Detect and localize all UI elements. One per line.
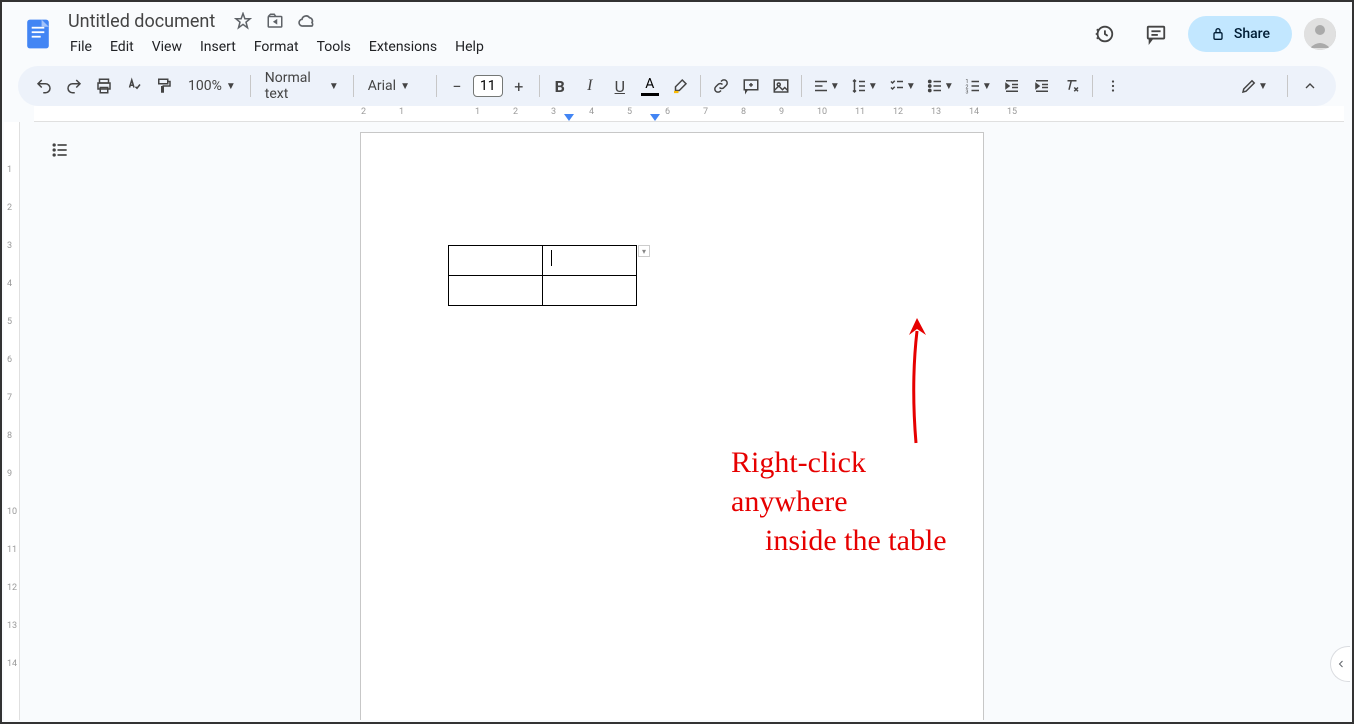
italic-button[interactable]: I xyxy=(576,72,604,100)
move-icon[interactable] xyxy=(265,11,285,31)
header: Untitled document File Edit View Insert … xyxy=(2,2,1352,58)
numbered-list-button[interactable]: 123▼ xyxy=(960,72,996,100)
add-comment-button[interactable] xyxy=(737,72,765,100)
redo-button[interactable] xyxy=(60,72,88,100)
highlight-button[interactable] xyxy=(666,72,694,100)
table-cell[interactable] xyxy=(449,246,543,276)
separator xyxy=(250,75,251,97)
separator xyxy=(1287,75,1288,97)
menu-insert[interactable]: Insert xyxy=(192,35,244,59)
caret-down-icon: ▼ xyxy=(906,81,916,92)
font-size-group: − + xyxy=(443,72,533,100)
annotation-text-line1: Right-click anywhere xyxy=(731,443,983,521)
caret-down-icon: ▼ xyxy=(329,81,339,92)
right-indent-marker[interactable] xyxy=(650,114,660,121)
vertical-ruler[interactable]: 1 2 3 4 5 6 7 8 9 10 11 12 13 14 xyxy=(4,122,20,720)
caret-down-icon: ▼ xyxy=(944,81,954,92)
toolbar: 100%▼ Normal text▼ Arial▼ − + B I U A ▼ … xyxy=(18,66,1336,106)
table-options-handle[interactable]: ▾ xyxy=(638,245,650,257)
menu-help[interactable]: Help xyxy=(447,35,492,59)
cloud-status-icon[interactable] xyxy=(297,11,317,31)
annotation-text-line2: inside the table xyxy=(765,521,983,560)
table-row[interactable]: ▾ xyxy=(449,246,637,276)
star-icon[interactable] xyxy=(233,11,253,31)
header-right: Share xyxy=(1084,14,1336,54)
collapse-toolbar-button[interactable] xyxy=(1296,72,1324,100)
caret-down-icon: ▼ xyxy=(400,81,410,92)
table-cell[interactable] xyxy=(449,276,543,306)
table-row[interactable] xyxy=(449,276,637,306)
history-icon[interactable] xyxy=(1084,14,1124,54)
annotation-arrow-icon xyxy=(901,313,951,453)
link-button[interactable] xyxy=(707,72,735,100)
separator xyxy=(539,75,540,97)
separator xyxy=(436,75,437,97)
separator xyxy=(1092,75,1093,97)
horizontal-ruler[interactable]: 2 1 1 2 3 4 5 6 7 8 9 10 11 12 13 14 15 xyxy=(34,106,1344,122)
document-canvas[interactable]: ▾ Right-click anywhere inside the table xyxy=(20,122,1350,720)
menu-bar: File Edit View Insert Format Tools Exten… xyxy=(62,35,1084,59)
underline-button[interactable]: U xyxy=(606,72,634,100)
bold-button[interactable]: B xyxy=(546,72,574,100)
separator xyxy=(700,75,701,97)
text-cursor xyxy=(551,250,552,266)
share-label: Share xyxy=(1234,26,1270,42)
decrease-font-button[interactable]: − xyxy=(443,72,471,100)
menu-extensions[interactable]: Extensions xyxy=(361,35,445,59)
text-color-button[interactable]: A xyxy=(636,72,664,100)
checklist-button[interactable]: ▼ xyxy=(884,72,920,100)
styles-dropdown[interactable]: Normal text▼ xyxy=(257,66,347,106)
align-button[interactable]: ▼ xyxy=(808,72,844,100)
decrease-indent-button[interactable] xyxy=(998,72,1026,100)
editing-mode-button[interactable]: ▼ xyxy=(1229,72,1279,100)
caret-down-icon: ▼ xyxy=(1258,81,1268,92)
bullet-list-button[interactable]: ▼ xyxy=(922,72,958,100)
increase-indent-button[interactable] xyxy=(1028,72,1056,100)
zoom-dropdown[interactable]: 100%▼ xyxy=(180,74,244,98)
svg-text:3: 3 xyxy=(965,90,968,96)
menu-file[interactable]: File xyxy=(62,35,100,59)
caret-down-icon: ▼ xyxy=(868,81,878,92)
caret-down-icon: ▼ xyxy=(226,81,236,92)
menu-edit[interactable]: Edit xyxy=(102,35,142,59)
left-indent-marker[interactable] xyxy=(564,114,574,121)
caret-down-icon: ▼ xyxy=(830,81,840,92)
document-page[interactable]: ▾ Right-click anywhere inside the table xyxy=(360,132,984,720)
increase-font-button[interactable]: + xyxy=(505,72,533,100)
line-spacing-button[interactable]: ▼ xyxy=(846,72,882,100)
annotation-overlay: Right-click anywhere inside the table xyxy=(731,443,983,560)
docs-logo[interactable] xyxy=(18,14,58,54)
undo-button[interactable] xyxy=(30,72,58,100)
more-button[interactable] xyxy=(1099,72,1127,100)
table-cell[interactable]: ▾ xyxy=(543,246,637,276)
paint-format-button[interactable] xyxy=(150,72,178,100)
clear-format-button[interactable] xyxy=(1058,72,1086,100)
document-table[interactable]: ▾ xyxy=(448,245,637,306)
document-title[interactable]: Untitled document xyxy=(62,9,221,34)
spellcheck-button[interactable] xyxy=(120,72,148,100)
menu-tools[interactable]: Tools xyxy=(309,35,359,59)
menu-view[interactable]: View xyxy=(144,35,190,59)
comments-icon[interactable] xyxy=(1136,14,1176,54)
separator xyxy=(801,75,802,97)
outline-toggle-button[interactable] xyxy=(42,132,78,168)
separator xyxy=(353,75,354,97)
title-row: Untitled document xyxy=(62,9,1084,33)
share-button[interactable]: Share xyxy=(1188,16,1292,52)
menu-format[interactable]: Format xyxy=(246,35,307,59)
insert-image-button[interactable] xyxy=(767,72,795,100)
font-size-input[interactable] xyxy=(473,75,503,97)
toolbar-right: ▼ xyxy=(1229,72,1324,100)
user-avatar[interactable] xyxy=(1304,18,1336,50)
caret-down-icon: ▼ xyxy=(982,81,992,92)
table-cell[interactable] xyxy=(543,276,637,306)
font-dropdown[interactable]: Arial▼ xyxy=(360,74,430,98)
print-button[interactable] xyxy=(90,72,118,100)
title-area: Untitled document File Edit View Insert … xyxy=(62,9,1084,59)
